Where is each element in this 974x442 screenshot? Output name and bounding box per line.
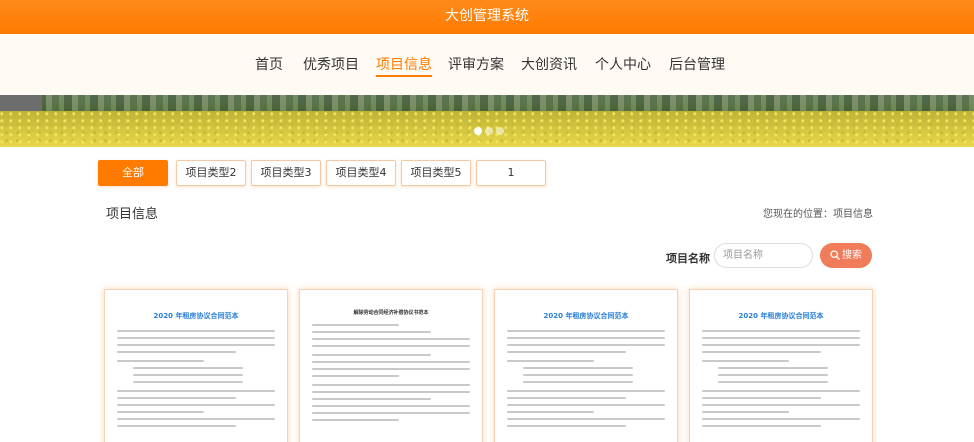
doc-title: 解除劳动合同经济补偿协议书范本: [353, 310, 429, 316]
nav-home[interactable]: 首页: [255, 54, 283, 74]
filter-type-2[interactable]: 项目类型2: [176, 160, 246, 186]
document-thumbnail: 2020 年租房协议合同范本: [117, 295, 275, 442]
search-button[interactable]: 搜索: [820, 243, 872, 268]
filter-type-5[interactable]: 项目类型5: [401, 160, 471, 186]
section-title: 项目信息: [106, 207, 159, 222]
search-icon: [830, 250, 840, 260]
search-input[interactable]: [714, 243, 813, 268]
filter-type-4[interactable]: 项目类型4: [326, 160, 396, 186]
app-title: 大创管理系统: [445, 8, 529, 24]
nav-user-center[interactable]: 个人中心: [595, 54, 651, 74]
nav-excellent-projects[interactable]: 优秀项目: [303, 54, 359, 74]
filter-type-1[interactable]: 1: [476, 160, 546, 186]
document-thumbnail: 解除劳动合同经济补偿协议书范本: [312, 295, 470, 442]
banner-carousel[interactable]: [0, 95, 974, 147]
project-card-4[interactable]: 2020 年租房协议合同范本: [689, 289, 873, 442]
doc-title: 2020 年租房协议合同范本: [153, 312, 239, 320]
carousel-dot-3[interactable]: [496, 127, 504, 135]
nav-admin[interactable]: 后台管理: [669, 54, 725, 74]
filter-type-3[interactable]: 项目类型3: [251, 160, 321, 186]
doc-title: 2020 年租房协议合同范本: [738, 312, 824, 320]
filter-all[interactable]: 全部: [98, 160, 168, 186]
nav-project-info-label: 项目信息: [376, 57, 432, 73]
document-thumbnail: 2020 年租房协议合同范本: [507, 295, 665, 442]
nav-review-plan[interactable]: 评审方案: [448, 54, 504, 74]
main-nav: 首页 优秀项目 项目信息 评审方案 大创资讯 个人中心 后台管理: [0, 34, 974, 95]
banner-building: [0, 95, 42, 111]
nav-project-info[interactable]: 项目信息: [376, 54, 432, 77]
carousel-dot-2[interactable]: [485, 127, 493, 135]
project-card-3[interactable]: 2020 年租房协议合同范本: [494, 289, 678, 442]
search-label: 项目名称: [666, 252, 710, 265]
doc-title: 2020 年租房协议合同范本: [543, 312, 629, 320]
carousel-dot-1[interactable]: [474, 127, 482, 135]
banner-trees: [0, 95, 974, 111]
project-card-2[interactable]: 解除劳动合同经济补偿协议书范本: [299, 289, 483, 442]
document-thumbnail: 2020 年租房协议合同范本: [702, 295, 860, 442]
nav-news[interactable]: 大创资讯: [521, 54, 577, 74]
app-header: 大创管理系统: [0, 0, 974, 34]
breadcrumb: 您现在的位置：项目信息: [763, 209, 873, 220]
nav-active-underline: [376, 75, 432, 77]
project-card-1[interactable]: 2020 年租房协议合同范本: [104, 289, 288, 442]
search-button-label: 搜索: [842, 250, 862, 261]
